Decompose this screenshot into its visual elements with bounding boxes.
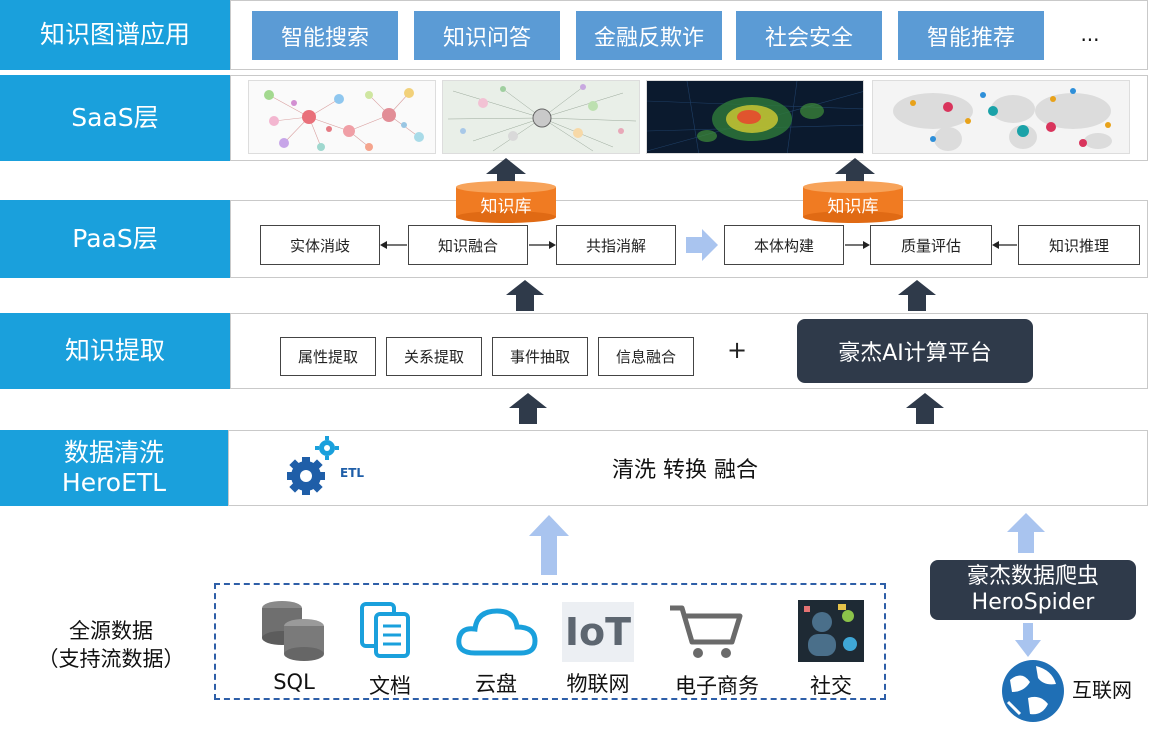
arrow-up-from-sources	[529, 515, 569, 575]
source-social: 社交	[810, 674, 852, 698]
arrow-right-icon	[845, 241, 870, 249]
step-event-extraction: 事件抽取	[492, 337, 588, 376]
saas-worldmap-image	[872, 80, 1130, 154]
arrow-up-to-paas-right	[898, 280, 936, 311]
source-sql: SQL	[273, 670, 315, 694]
layer-label-paas: PaaS层	[0, 200, 230, 278]
layer-label-apps: 知识图谱应用	[0, 0, 230, 70]
block-arrow-right-icon	[686, 229, 718, 261]
app-smart-recommend[interactable]: 智能推荐	[898, 11, 1044, 60]
step-knowledge-fusion: 知识融合	[408, 225, 528, 265]
knowledge-base-right: 知识库	[802, 180, 904, 224]
source-iot: 物联网	[566, 672, 630, 696]
step-coreference-resolution: 共指消解	[556, 225, 676, 265]
step-ontology-construction: 本体构建	[724, 225, 844, 265]
saas-graph-image-1	[248, 80, 436, 154]
globe-icon	[1002, 660, 1064, 722]
arrow-left-icon	[380, 241, 407, 249]
document-icon	[360, 602, 410, 658]
step-relation-extraction: 关系提取	[386, 337, 482, 376]
app-financial-antifraud[interactable]: 金融反欺诈	[576, 11, 722, 60]
arrow-right-icon	[529, 241, 556, 249]
arrow-down-to-internet	[1015, 623, 1041, 657]
ai-platform-box: 豪杰AI计算平台	[797, 319, 1033, 383]
layer-label-extraction: 知识提取	[0, 313, 230, 389]
gear-icon	[287, 436, 339, 495]
step-attribute-extraction: 属性提取	[280, 337, 376, 376]
app-smart-search[interactable]: 智能搜索	[252, 11, 398, 60]
iot-icon: IoT	[562, 602, 634, 662]
internet-label: 互联网	[1072, 678, 1132, 702]
plus-sign: +	[726, 336, 748, 364]
source-document: 文档	[369, 674, 411, 698]
arrow-left-icon	[992, 241, 1017, 249]
database-icon	[262, 601, 324, 661]
step-entity-disambiguation: 实体消歧	[260, 225, 380, 265]
source-title: 全源数据 （支持流数据）	[37, 619, 185, 671]
arrow-up-to-extraction-right	[906, 393, 944, 424]
cloud-icon	[456, 608, 538, 656]
step-quality-assessment: 质量评估	[870, 225, 992, 265]
etl-logo-text: ETL	[340, 466, 365, 480]
shopping-cart-icon	[670, 605, 743, 658]
layer-label-saas: SaaS层	[0, 75, 230, 161]
knowledge-base-label: 知识库	[827, 196, 879, 217]
layer-label-etl: 数据清洗 HeroETL	[0, 430, 228, 506]
source-ecommerce: 电子商务	[675, 674, 759, 698]
arrow-up-from-spider	[1007, 513, 1045, 553]
saas-graph-image-2	[442, 80, 640, 154]
step-information-fusion: 信息融合	[598, 337, 694, 376]
hero-spider-box: 豪杰数据爬虫 HeroSpider	[930, 560, 1136, 620]
arrow-up-to-extraction-left	[509, 393, 547, 424]
apps-more-ellipsis: ...	[1080, 22, 1100, 46]
social-icon	[798, 600, 864, 662]
app-social-security[interactable]: 社会安全	[736, 11, 882, 60]
saas-heatmap-image	[646, 80, 864, 154]
arrow-up-to-paas-left	[506, 280, 544, 311]
etl-logo: ETL	[280, 434, 370, 500]
source-cloud-drive: 云盘	[475, 672, 517, 696]
app-knowledge-qa[interactable]: 知识问答	[414, 11, 560, 60]
knowledge-base-label: 知识库	[480, 196, 532, 217]
step-knowledge-reasoning: 知识推理	[1018, 225, 1140, 265]
knowledge-base-left: 知识库	[455, 180, 557, 224]
etl-description: 清洗 转换 融合	[612, 458, 758, 483]
